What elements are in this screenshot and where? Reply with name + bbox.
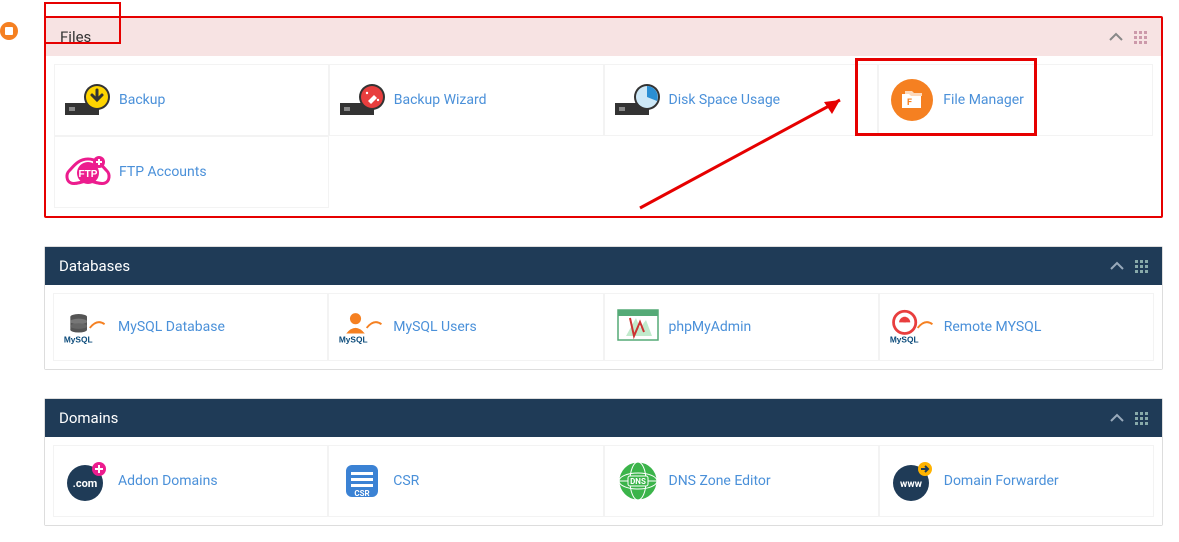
collapse-icon[interactable]	[1109, 258, 1125, 274]
item-addon-domains-label: Addon Domains	[118, 473, 218, 489]
ftp-accounts-icon: FTP	[63, 151, 113, 193]
panel-domains-title: Domains	[59, 409, 1109, 427]
drag-handle-icon[interactable]	[1135, 260, 1148, 273]
panel-databases-body: MySQL MySQL Database MySQL MySQL Users	[45, 285, 1162, 369]
panel-files-header[interactable]: Files Files	[46, 18, 1161, 56]
item-mysql-database-label: MySQL Database	[118, 319, 225, 335]
file-manager-icon: F	[887, 79, 937, 121]
svg-text:www: www	[900, 479, 923, 490]
item-addon-domains[interactable]: .com Addon Domains	[53, 445, 328, 517]
panel-databases-title: Databases	[59, 257, 1109, 275]
item-backup-wizard-label: Backup Wizard	[394, 92, 487, 108]
item-csr-label: CSR	[393, 473, 419, 489]
svg-text:DNS: DNS	[630, 477, 646, 486]
mysql-users-icon: MySQL	[337, 308, 387, 346]
item-domain-fwd[interactable]: www Domain Forwarder	[879, 445, 1154, 517]
svg-text:CSR: CSR	[355, 489, 370, 498]
item-file-manager[interactable]: F File Manager	[878, 64, 1153, 136]
panel-databases-header[interactable]: Databases	[45, 247, 1162, 285]
panel-domains-header[interactable]: Domains	[45, 399, 1162, 437]
item-csr[interactable]: CSR CSR	[328, 445, 603, 517]
drag-handle-icon[interactable]	[1134, 31, 1147, 44]
item-backup[interactable]: Backup	[54, 64, 329, 136]
collapse-icon[interactable]	[1108, 29, 1124, 45]
item-mysql-database[interactable]: MySQL MySQL Database	[53, 293, 328, 361]
item-mysql-users-label: MySQL Users	[393, 319, 477, 335]
svg-text:FTP: FTP	[79, 169, 98, 180]
remote-mysql-icon: MySQL	[888, 308, 938, 346]
svg-text:.com: .com	[73, 477, 98, 490]
backup-wizard-icon	[338, 83, 388, 117]
domain-fwd-icon: www	[888, 460, 938, 502]
item-phpmyadmin-label: phpMyAdmin	[669, 319, 752, 335]
item-dns-zone[interactable]: DNS DNS Zone Editor	[604, 445, 879, 517]
csr-icon: CSR	[337, 461, 387, 501]
panel-files-body: Backup Backup Wizard	[46, 56, 1161, 216]
item-remote-mysql[interactable]: MySQL Remote MYSQL	[879, 293, 1154, 361]
drag-handle-icon[interactable]	[1135, 412, 1148, 425]
item-ftp-accounts-label: FTP Accounts	[119, 164, 207, 180]
svg-text:MySQL: MySQL	[64, 335, 93, 345]
panel-domains-body: .com Addon Domains CSR CSR	[45, 437, 1162, 525]
collapse-icon[interactable]	[1109, 410, 1125, 426]
svg-text:MySQL: MySQL	[890, 335, 919, 345]
files-title-highlight: Files	[44, 2, 121, 44]
item-disk-space-label: Disk Space Usage	[669, 92, 781, 108]
item-backup-label: Backup	[119, 92, 165, 108]
item-file-manager-label: File Manager	[943, 92, 1024, 108]
item-remote-mysql-label: Remote MYSQL	[944, 319, 1042, 335]
sidebar-orange-icon	[0, 22, 18, 40]
svg-text:F: F	[907, 98, 912, 108]
item-phpmyadmin[interactable]: phpMyAdmin	[604, 293, 879, 361]
panel-files: Files Files Backup	[44, 16, 1163, 218]
dns-zone-icon: DNS	[613, 460, 663, 502]
panel-databases: Databases MySQL MySQL Database	[44, 246, 1163, 370]
item-ftp-accounts[interactable]: FTP FTP Accounts	[54, 136, 329, 208]
svg-text:MySQL: MySQL	[339, 335, 368, 345]
phpmyadmin-icon	[613, 308, 663, 346]
addon-domains-icon: .com	[62, 460, 112, 502]
backup-icon	[63, 83, 113, 117]
item-mysql-users[interactable]: MySQL MySQL Users	[328, 293, 603, 361]
item-disk-space[interactable]: Disk Space Usage	[604, 64, 879, 136]
item-backup-wizard[interactable]: Backup Wizard	[329, 64, 604, 136]
panel-domains: Domains .com Addon Domains	[44, 398, 1163, 526]
mysql-database-icon: MySQL	[62, 308, 112, 346]
panel-files-title: Files	[60, 28, 1108, 46]
item-domain-fwd-label: Domain Forwarder	[944, 473, 1059, 489]
disk-space-icon	[613, 83, 663, 117]
item-dns-zone-label: DNS Zone Editor	[669, 473, 771, 489]
